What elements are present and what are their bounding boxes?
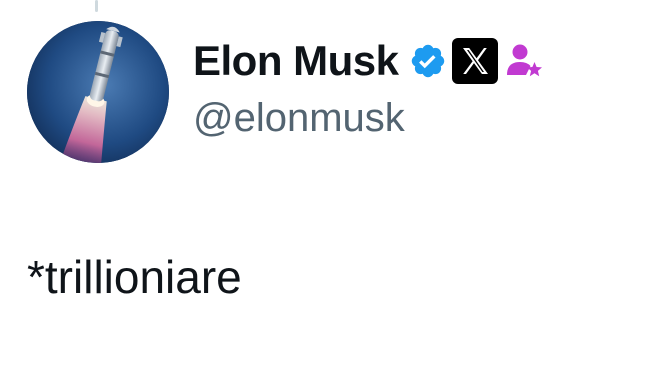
rocket-launch-avatar-icon [27,21,169,163]
x-logo-affiliate-icon[interactable] [451,37,499,85]
avatar[interactable] [27,21,169,163]
post-header: Elon Musk @elonmusk [193,36,545,141]
user-star-icon[interactable] [505,41,545,81]
user-handle[interactable]: @elonmusk [193,96,545,141]
post-text: *trillioniare [27,251,242,303]
verified-badge-icon[interactable] [409,42,447,80]
display-name[interactable]: Elon Musk [193,37,399,85]
thread-connector-line [95,0,98,12]
name-row: Elon Musk [193,36,545,86]
